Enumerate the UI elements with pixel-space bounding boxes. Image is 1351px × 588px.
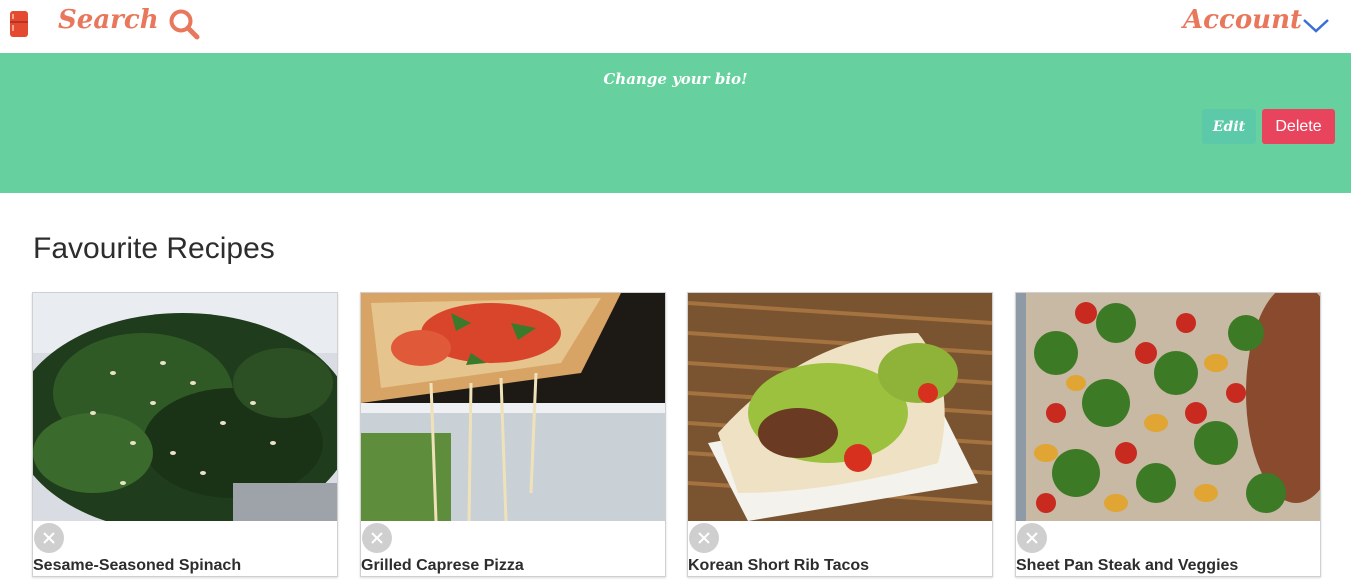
close-icon [698,532,710,544]
section-title: Favourite Recipes [33,232,275,265]
recipe-card[interactable]: Korean Short Rib Tacos [687,292,993,577]
nav-account-link[interactable]: Account [1183,5,1302,35]
search-icon[interactable] [168,8,200,40]
bio-text[interactable]: Change your bio! [0,70,1351,88]
recipe-title[interactable]: Korean Short Rib Tacos [688,557,869,575]
recipe-image[interactable] [361,293,665,521]
fridge-icon[interactable] [9,10,29,38]
bio-banner: Change your bio! Edit Delete [0,53,1351,193]
recipe-image[interactable] [688,293,992,521]
top-nav: Search Account [0,0,1351,53]
recipe-title[interactable]: Grilled Caprese Pizza [361,557,524,575]
edit-button[interactable]: Edit [1202,109,1256,144]
remove-favourite-button[interactable] [362,523,392,553]
recipe-card[interactable]: Grilled Caprese Pizza [360,292,666,577]
recipe-card[interactable]: Sheet Pan Steak and Veggies [1015,292,1321,577]
chevron-down-icon[interactable] [1302,15,1330,35]
close-icon [1026,532,1038,544]
remove-favourite-button[interactable] [1017,523,1047,553]
remove-favourite-button[interactable] [34,523,64,553]
recipe-image[interactable] [1016,293,1320,521]
remove-favourite-button[interactable] [689,523,719,553]
recipe-title[interactable]: Sheet Pan Steak and Veggies [1016,557,1238,575]
nav-search-link[interactable]: Search [58,5,159,35]
close-icon [371,532,383,544]
recipe-title[interactable]: Sesame-Seasoned Spinach [33,557,241,575]
recipe-card[interactable]: Sesame-Seasoned Spinach [32,292,338,577]
close-icon [43,532,55,544]
delete-button[interactable]: Delete [1262,109,1335,144]
recipe-image[interactable] [33,293,337,521]
